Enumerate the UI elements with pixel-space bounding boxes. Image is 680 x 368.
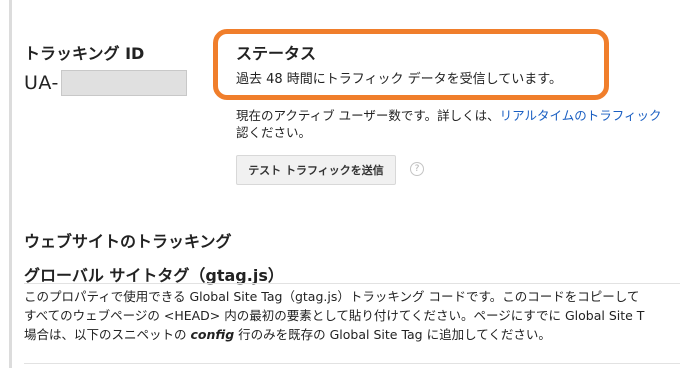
gtag-desc-line3: 場合は、以下のスニペットの config 行のみを既存の Global Site…	[24, 325, 680, 344]
gtag-description: このプロパティで使用できる Global Site Tag（gtag.js）トラ…	[24, 287, 680, 344]
website-tracking-title: ウェブサイトのトラッキング	[24, 232, 232, 251]
tracking-id-value: UA-	[24, 70, 187, 96]
gtag-desc-line1: このプロパティで使用できる Global Site Tag（gtag.js）トラ…	[24, 289, 640, 304]
tracking-id-prefix: UA-	[24, 72, 59, 94]
gtag-desc-line2: すべてのウェブページの <HEAD> 内の最初の要素として貼り付けてください。ペ…	[24, 308, 645, 323]
gtag-desc-line3-suffix: 行のみを既存の Global Site Tag に追加してください。	[234, 327, 551, 342]
redacted-tracking-id	[60, 70, 187, 96]
send-test-traffic-button[interactable]: テスト トラフィックを送信	[236, 155, 396, 185]
left-border	[0, 0, 12, 368]
highlight-annotation	[213, 29, 609, 100]
tracking-id-label: トラッキング ID	[24, 44, 145, 63]
active-users-line2: 認ください。	[236, 125, 312, 140]
gtag-desc-line3-prefix: 場合は、以下のスニペットの	[24, 327, 191, 342]
realtime-traffic-link[interactable]: リアルタイムのトラフィック	[500, 108, 662, 123]
bottom-divider	[24, 363, 680, 364]
gtag-divider	[24, 283, 680, 284]
active-users-prefix: 現在のアクティブ ユーザー数です。詳しくは、	[236, 108, 500, 123]
help-icon[interactable]: ?	[410, 162, 424, 176]
config-keyword: config	[190, 327, 235, 342]
active-users-text: 現在のアクティブ ユーザー数です。詳しくは、リアルタイムのトラフィック 認くださ…	[236, 107, 680, 141]
